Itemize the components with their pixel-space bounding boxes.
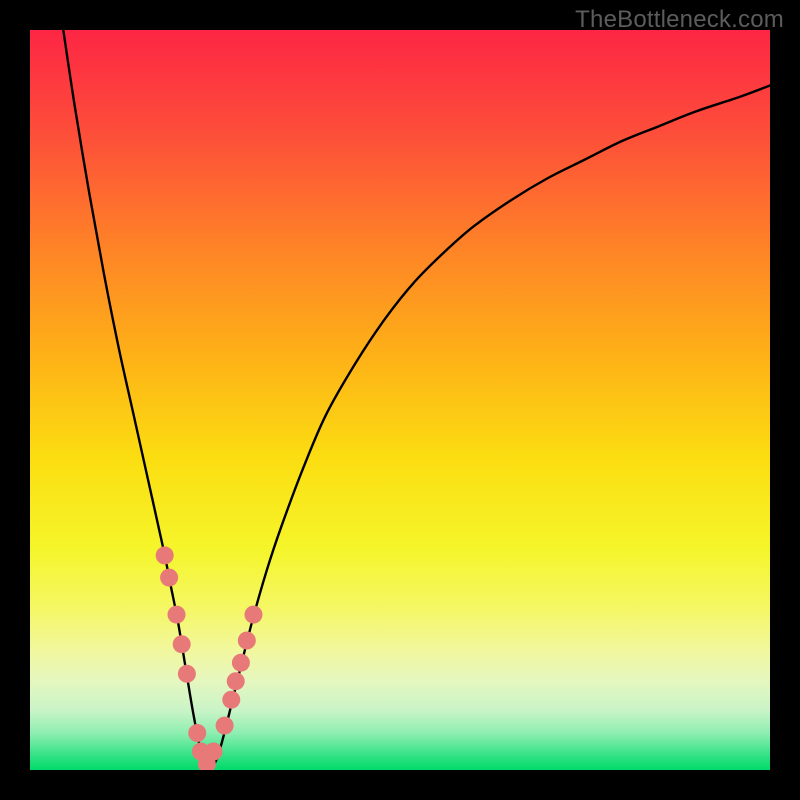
marker-point	[227, 672, 245, 690]
marker-point	[222, 691, 240, 709]
curve-line	[63, 30, 770, 767]
chart-svg	[30, 30, 770, 770]
marker-point	[238, 632, 256, 650]
marker-point	[232, 654, 250, 672]
marker-point	[188, 724, 206, 742]
marker-group	[156, 546, 263, 770]
marker-point	[173, 635, 191, 653]
marker-point	[178, 665, 196, 683]
marker-point	[168, 606, 186, 624]
marker-point	[156, 546, 174, 564]
plot-area	[30, 30, 770, 770]
marker-point	[244, 606, 262, 624]
marker-point	[160, 569, 178, 587]
marker-point	[216, 717, 234, 735]
chart-frame: TheBottleneck.com	[0, 0, 800, 800]
marker-point	[205, 743, 223, 761]
